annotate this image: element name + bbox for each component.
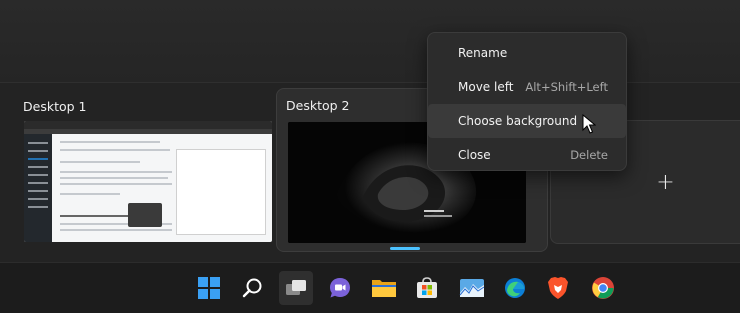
- taskbar: [0, 262, 740, 313]
- menu-item-label: Close: [458, 148, 491, 162]
- menu-item-shortcut: Delete: [570, 148, 608, 162]
- mouse-pointer-icon: [582, 114, 596, 134]
- desktop-context-menu: Rename Move left Alt+Shift+Left Choose b…: [427, 32, 627, 171]
- current-desktop-indicator: [390, 247, 420, 250]
- desktop-1-card[interactable]: Desktop 1: [12, 90, 274, 250]
- photos-icon[interactable]: [455, 271, 489, 305]
- menu-item-move-left[interactable]: Move left Alt+Shift+Left: [428, 70, 626, 104]
- desktop-background-top: [0, 0, 740, 82]
- menu-item-label: Move left: [458, 80, 514, 94]
- search-icon[interactable]: [236, 271, 270, 305]
- chat-icon[interactable]: [323, 271, 357, 305]
- windows-start-icon[interactable]: [192, 271, 226, 305]
- menu-item-close[interactable]: Close Delete: [428, 138, 626, 172]
- desktop-2-title: Desktop 2: [286, 98, 350, 113]
- file-explorer-icon[interactable]: [367, 271, 401, 305]
- microsoft-store-icon[interactable]: [410, 271, 444, 305]
- menu-item-rename[interactable]: Rename: [428, 36, 626, 70]
- menu-item-label: Rename: [458, 46, 508, 60]
- edge-icon[interactable]: [498, 271, 532, 305]
- brave-icon[interactable]: [541, 271, 575, 305]
- menu-item-label: Choose background: [458, 114, 578, 128]
- menu-item-shortcut: Alt+Shift+Left: [525, 80, 608, 94]
- chrome-icon[interactable]: [586, 271, 620, 305]
- menu-item-choose-background[interactable]: Choose background: [428, 104, 626, 138]
- desktop-1-title: Desktop 1: [23, 99, 87, 114]
- desktop-1-thumbnail[interactable]: [24, 121, 272, 242]
- task-view-icon[interactable]: [279, 271, 313, 305]
